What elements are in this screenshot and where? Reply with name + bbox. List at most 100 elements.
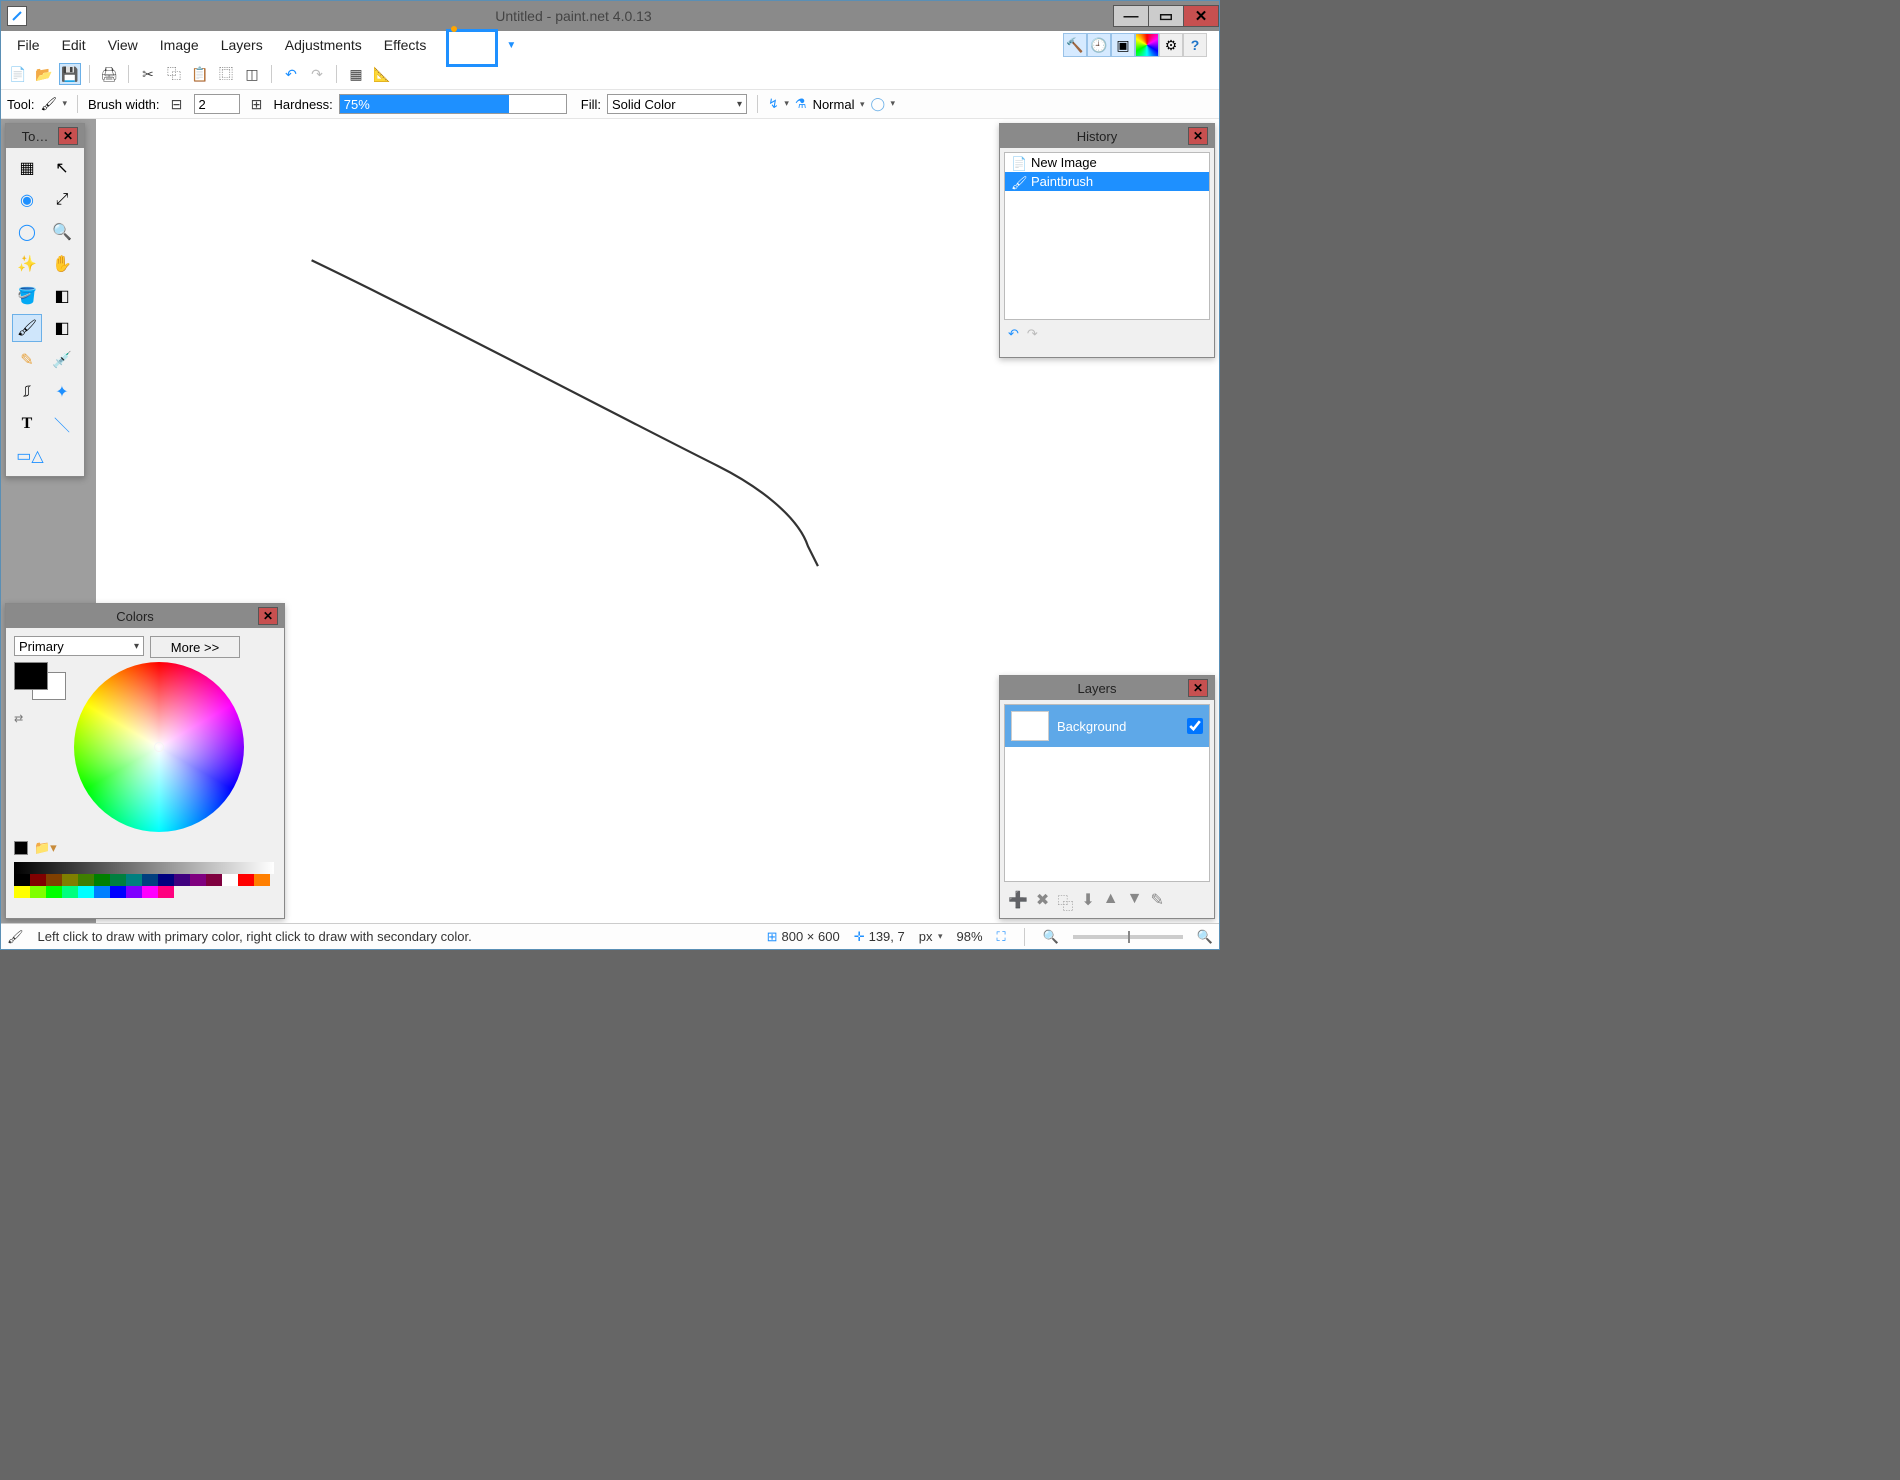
settings-button[interactable]: ⚙ (1159, 33, 1183, 57)
antialias-dropdown[interactable]: ↯ (768, 96, 789, 112)
paintbrush-icon: 🖌 (7, 929, 24, 945)
open-button[interactable]: 📂 (33, 63, 55, 85)
tool-line[interactable]: ＼ (47, 410, 77, 438)
fit-window-button[interactable]: ⛶ (997, 929, 1006, 945)
swap-colors-icon[interactable]: ⇄ (14, 712, 66, 725)
colors-more-button[interactable]: More >> (150, 636, 240, 658)
save-button[interactable]: 💾 (59, 63, 81, 85)
overwrite-dropdown[interactable]: ◯ (870, 96, 895, 112)
tool-paintbrush[interactable]: 🖌 (12, 314, 42, 342)
ruler-button[interactable]: 📐 (371, 63, 393, 85)
menu-adjustments[interactable]: Adjustments (275, 33, 372, 57)
delete-layer-button[interactable]: ✖ (1036, 890, 1049, 914)
colors-panel-close-button[interactable]: ✕ (258, 607, 278, 625)
toggle-layers-panel-button[interactable]: ▣ (1111, 33, 1135, 57)
tool-shapes[interactable]: ▭△ (15, 442, 45, 470)
history-panel-close-button[interactable]: ✕ (1188, 127, 1208, 145)
brush-width-increase-button[interactable]: ⊞ (246, 93, 268, 115)
unit-dropdown[interactable]: px (919, 929, 943, 944)
tool-pan[interactable]: ✋ (47, 250, 77, 278)
color-scope-dropdown[interactable]: Primary (14, 636, 144, 656)
menu-edit[interactable]: Edit (52, 33, 96, 57)
tool-pencil[interactable]: ✎ (12, 346, 42, 374)
brush-width-input[interactable] (194, 94, 240, 114)
new-button[interactable]: 📄 (7, 63, 29, 85)
layer-row[interactable]: Background (1005, 705, 1209, 747)
crop-button[interactable]: ⿴ (215, 63, 237, 85)
flask-icon[interactable]: ⚗ (795, 96, 807, 112)
cut-button[interactable]: ✂ (137, 63, 159, 85)
help-button[interactable]: ? (1183, 33, 1207, 57)
history-undo-button[interactable]: ↶ (1008, 326, 1019, 342)
close-button[interactable]: ✕ (1183, 5, 1219, 27)
tool-clone-stamp[interactable]: ⎎ (12, 378, 42, 406)
menu-layers[interactable]: Layers (211, 33, 273, 57)
print-button[interactable]: 🖨 (98, 63, 120, 85)
zoom-out-button[interactable]: 🔍 (1043, 929, 1059, 945)
zoom-in-button[interactable]: 🔍 (1197, 929, 1213, 945)
layer-visible-checkbox[interactable] (1187, 718, 1203, 734)
toggle-tools-panel-button[interactable]: 🔨 (1063, 33, 1087, 57)
minimize-button[interactable]: — (1113, 5, 1149, 27)
tool-rect-select[interactable]: ▦ (12, 154, 42, 182)
toggle-colors-panel-button[interactable] (1135, 33, 1159, 57)
tool-recolor[interactable]: ✦ (47, 378, 77, 406)
tools-panel-close-button[interactable]: ✕ (58, 127, 78, 145)
redo-button[interactable]: ↷ (306, 63, 328, 85)
menu-file[interactable]: File (7, 33, 50, 57)
grid-button[interactable]: ▦ (345, 63, 367, 85)
history-item[interactable]: 📄 New Image (1005, 153, 1209, 172)
palette-menu-icon[interactable]: 📁▾ (34, 840, 57, 856)
layer-up-button[interactable]: ▲ (1103, 890, 1119, 914)
document-list-dropdown[interactable]: ▼ (506, 40, 516, 51)
hardness-slider[interactable]: 75% (339, 94, 567, 114)
image-size-icon: ⊞ (767, 929, 778, 945)
history-redo-button[interactable]: ↷ (1027, 326, 1038, 342)
color-wheel[interactable] (74, 662, 244, 832)
layer-down-button[interactable]: ▼ (1127, 890, 1143, 914)
color-palette[interactable] (14, 862, 274, 898)
duplicate-layer-button[interactable]: ⿻ (1057, 890, 1073, 914)
layers-panel-title: Layers (1006, 681, 1188, 696)
paste-button[interactable]: 📋 (189, 63, 211, 85)
layers-panel-close-button[interactable]: ✕ (1188, 679, 1208, 697)
tool-move-selection[interactable]: ⤢ (47, 186, 77, 214)
undo-button[interactable]: ↶ (280, 63, 302, 85)
brush-width-decrease-button[interactable]: ⊟ (166, 93, 188, 115)
blend-mode-dropdown[interactable]: Normal (813, 97, 865, 112)
primary-color-swatch[interactable] (14, 662, 48, 690)
tool-lasso[interactable]: ◉ (12, 186, 42, 214)
add-palette-color-button[interactable] (14, 841, 28, 855)
primary-secondary-swatch[interactable]: ⇄ (14, 662, 66, 832)
layers-list[interactable]: Background (1004, 704, 1210, 882)
history-list[interactable]: 📄 New Image 🖌 Paintbrush (1004, 152, 1210, 320)
zoom-slider[interactable] (1073, 935, 1183, 939)
tool-ellipse-select[interactable]: ◯ (12, 218, 42, 246)
tool-zoom[interactable]: 🔍 (47, 218, 77, 246)
add-layer-button[interactable]: ➕ (1008, 890, 1028, 914)
active-tool-dropdown[interactable]: 🖌 (40, 96, 67, 112)
document-thumbnail[interactable] (446, 29, 498, 67)
maximize-button[interactable]: ▭ (1148, 5, 1184, 27)
menu-effects[interactable]: Effects (374, 33, 437, 57)
deselect-button[interactable]: ◫ (241, 63, 263, 85)
tool-paint-bucket[interactable]: 🪣 (12, 282, 42, 310)
copy-button[interactable]: ⿻ (163, 63, 185, 85)
tool-gradient[interactable]: ◧ (47, 282, 77, 310)
colors-panel: Colors ✕ Primary More >> ⇄ 📁▾ (5, 603, 285, 919)
merge-down-button[interactable]: ⬇ (1081, 890, 1094, 914)
paintbrush-icon: 🖌 (1011, 175, 1025, 189)
history-item[interactable]: 🖌 Paintbrush (1005, 172, 1209, 191)
layer-properties-button[interactable]: ✎ (1150, 890, 1163, 914)
image-size: 800 × 600 (781, 929, 839, 944)
tool-color-picker[interactable]: 💉 (47, 346, 77, 374)
menu-view[interactable]: View (98, 33, 148, 57)
tool-move-selected[interactable]: ↖ (47, 154, 77, 182)
tool-eraser[interactable]: ◧ (47, 314, 77, 342)
menu-image[interactable]: Image (150, 33, 209, 57)
fill-mode-dropdown[interactable]: Solid Color (607, 94, 747, 114)
tool-text[interactable]: T (12, 410, 42, 438)
toggle-history-panel-button[interactable]: 🕘 (1087, 33, 1111, 57)
tool-magic-wand[interactable]: ✨ (12, 250, 42, 278)
fill-label: Fill: (581, 97, 601, 112)
